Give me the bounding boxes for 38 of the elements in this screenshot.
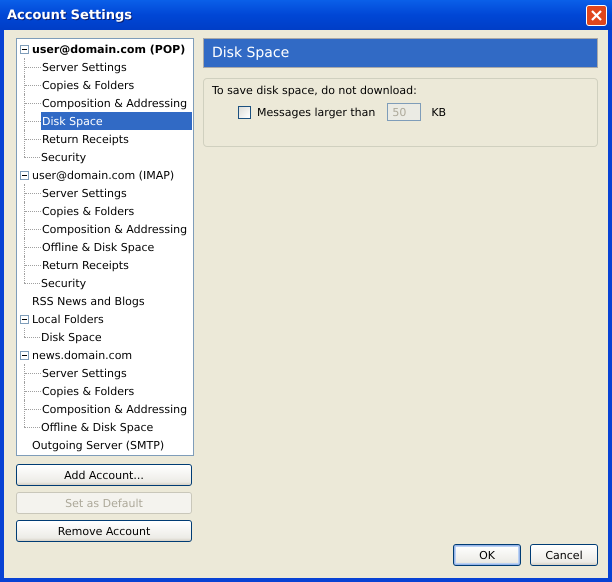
tree-item[interactable]: Offline & Disk Space (41, 238, 192, 256)
tree-item[interactable]: Copies & Folders (41, 382, 192, 400)
tree-item[interactable]: Offline & Disk Space (40, 418, 192, 436)
account-button[interactable]: Remove Account (16, 520, 192, 542)
panel-header: Disk Space (203, 38, 598, 68)
account-button[interactable]: Add Account... (16, 464, 192, 486)
tree-item[interactable]: Return Receipts (41, 130, 192, 148)
tree-item[interactable]: Server Settings (41, 184, 192, 202)
close-icon (590, 8, 603, 22)
collapse-icon[interactable] (20, 44, 29, 54)
tree-item[interactable]: Composition & Addressing (41, 220, 192, 238)
tree-item[interactable]: Server Settings (41, 58, 192, 76)
tree-item[interactable]: Return Receipts (41, 256, 192, 274)
cancel-button[interactable]: Cancel (530, 544, 598, 566)
tree-item[interactable]: RSS News and Blogs (18, 292, 192, 310)
tree-item[interactable]: Disk Space (41, 112, 192, 130)
tree-item[interactable]: user@domain.com (POP) (18, 40, 192, 58)
tree-item[interactable]: Disk Space (40, 328, 192, 346)
tree-item[interactable]: Local Folders (18, 310, 192, 328)
tree-item[interactable]: Composition & Addressing (41, 94, 192, 112)
collapse-icon[interactable] (20, 314, 29, 324)
group-label: To save disk space, do not download: (212, 84, 418, 97)
unit-label: KB (431, 106, 446, 118)
messages-size-checkbox[interactable]: Messages larger than (238, 106, 376, 118)
collapse-icon[interactable] (20, 170, 29, 180)
tree-item[interactable]: news.domain.com (18, 346, 192, 364)
tree-item[interactable]: Outgoing Server (SMTP) (18, 436, 192, 454)
tree-item[interactable]: Copies & Folders (41, 202, 192, 220)
collapse-icon[interactable] (20, 350, 29, 360)
tree-item[interactable]: Copies & Folders (41, 76, 192, 94)
tree-item[interactable]: Security (40, 274, 192, 292)
tree-item[interactable]: Composition & Addressing (41, 400, 192, 418)
ok-button[interactable]: OK (453, 544, 521, 566)
window-title: Account Settings (7, 8, 132, 22)
tree-item[interactable]: user@domain.com (IMAP) (18, 166, 192, 184)
tree-item[interactable]: Server Settings (41, 364, 192, 382)
close-button[interactable] (586, 4, 607, 26)
tree-item[interactable]: Security (40, 148, 192, 166)
